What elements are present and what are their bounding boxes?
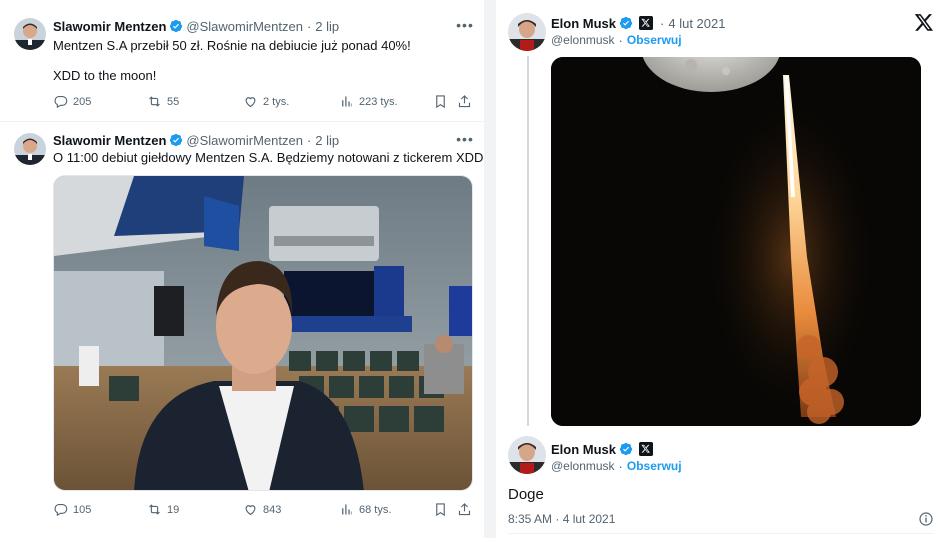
reply-count: 105	[73, 503, 92, 516]
tweet-text-line: Mentzen S.A przebił 50 zł. Rośnie na deb…	[53, 38, 411, 53]
x-logo-icon[interactable]	[914, 12, 934, 32]
heart-icon	[245, 505, 256, 516]
tweet-actions: 205 55 2 tys. 223 tys.	[53, 94, 473, 112]
bookmark-icon	[436, 95, 445, 109]
retweet-icon	[149, 96, 160, 107]
reply-button[interactable]: 105	[53, 502, 91, 517]
tweet-card[interactable]: Slawomir Mentzen @SlawomirMentzen · 2 li…	[0, 0, 484, 121]
tweet-photo[interactable]	[53, 175, 473, 491]
retweet-count: 19	[167, 503, 180, 516]
avatar[interactable]	[508, 13, 546, 51]
tweet-card[interactable]: Slawomir Mentzen @SlawomirMentzen · 2 li…	[0, 121, 484, 538]
selfie-photo-image	[54, 176, 472, 490]
follow-link[interactable]: Obserwuj	[627, 33, 682, 47]
divider	[508, 533, 934, 534]
tweet-header: Slawomir Mentzen @SlawomirMentzen · 2 li…	[53, 17, 339, 35]
bookmark-button[interactable]	[433, 94, 453, 109]
author-name[interactable]: Slawomir Mentzen	[53, 19, 166, 34]
tweet-text-line: XDD to the moon!	[53, 68, 157, 83]
share-button[interactable]	[457, 94, 477, 109]
tweet-text-line: O 11:00 debiut giełdowy Mentzen S.A. Będ…	[53, 150, 484, 165]
share-button[interactable]	[457, 502, 477, 517]
tweet-timestamp[interactable]: 8:35 AM · 4 lut 2021	[508, 512, 615, 526]
views-chart-icon	[342, 96, 352, 107]
follow-link[interactable]: Obserwuj	[627, 459, 682, 473]
reply-button[interactable]: 205	[53, 94, 91, 109]
left-feed: Slawomir Mentzen @SlawomirMentzen · 2 li…	[0, 0, 484, 538]
separator-dot: ·	[618, 458, 623, 474]
verified-badge-icon	[170, 133, 183, 147]
retweet-count: 55	[167, 95, 180, 108]
tweet-date[interactable]: 2 lip	[315, 133, 339, 148]
views-count: 223 tys.	[359, 95, 398, 108]
tweet-photo[interactable]	[551, 57, 921, 426]
bookmark-icon	[436, 503, 445, 517]
author-handle[interactable]: @elonmusk	[551, 459, 615, 473]
tweet-subheader: @elonmusk · Obserwuj	[551, 31, 682, 49]
verified-badge-icon	[170, 19, 183, 33]
tweet-text: Doge	[508, 486, 544, 503]
x-affiliation-badge-icon	[639, 442, 654, 456]
bookmark-button[interactable]	[433, 502, 453, 517]
separator-dot: ·	[618, 32, 623, 48]
separator-dot: ·	[306, 18, 312, 34]
like-button[interactable]: 2 tys.	[243, 94, 289, 109]
tweet-actions: 105 19 843 68 tys.	[53, 502, 473, 520]
panel-separator	[484, 0, 496, 538]
retweet-button[interactable]: 55	[147, 94, 179, 109]
views-chart-icon	[342, 504, 352, 515]
like-count: 2 tys.	[263, 95, 290, 108]
views-count: 68 tys.	[359, 503, 392, 516]
separator-dot: ·	[306, 132, 312, 148]
share-icon	[458, 95, 471, 108]
author-name[interactable]: Slawomir Mentzen	[53, 133, 166, 148]
avatar[interactable]	[14, 18, 46, 50]
rocket-launch-image	[551, 57, 921, 426]
tweet-date[interactable]: 4 lut 2021	[668, 16, 725, 31]
separator-dot: ·	[660, 15, 665, 31]
views-button[interactable]: 68 tys.	[339, 502, 391, 517]
avatar[interactable]	[14, 133, 46, 165]
views-button[interactable]: 223 tys.	[339, 94, 398, 109]
retweet-icon	[149, 504, 160, 515]
verified-badge-icon	[619, 442, 633, 456]
x-affiliation-badge-icon	[639, 16, 654, 30]
verified-badge-icon	[619, 16, 633, 30]
author-name[interactable]: Elon Musk	[551, 442, 616, 457]
info-icon[interactable]	[918, 511, 934, 527]
tweet-header: Elon Musk · 4 lut 2021	[551, 14, 725, 32]
tweet-date[interactable]: 2 lip	[315, 19, 339, 34]
author-handle[interactable]: @SlawomirMentzen	[186, 19, 303, 34]
thread-connector-line	[527, 56, 529, 426]
reply-icon	[54, 503, 68, 517]
tweet-header: Slawomir Mentzen @SlawomirMentzen · 2 li…	[53, 131, 339, 149]
author-handle[interactable]: @SlawomirMentzen	[186, 133, 303, 148]
more-options-icon[interactable]: •••	[456, 18, 474, 38]
avatar[interactable]	[508, 436, 546, 474]
embedded-thread: Elon Musk · 4 lut 2021 @elonmusk · Obser…	[496, 0, 948, 538]
tweet-header: Elon Musk	[551, 440, 656, 458]
like-count: 843	[263, 503, 282, 516]
tweet-subheader: @elonmusk · Obserwuj	[551, 457, 682, 475]
heart-icon	[245, 97, 256, 108]
reply-icon	[54, 95, 68, 109]
share-icon	[458, 503, 471, 516]
like-button[interactable]: 843	[243, 502, 281, 517]
retweet-button[interactable]: 19	[147, 502, 179, 517]
reply-count: 205	[73, 95, 92, 108]
author-handle[interactable]: @elonmusk	[551, 33, 615, 47]
author-name[interactable]: Elon Musk	[551, 16, 616, 31]
